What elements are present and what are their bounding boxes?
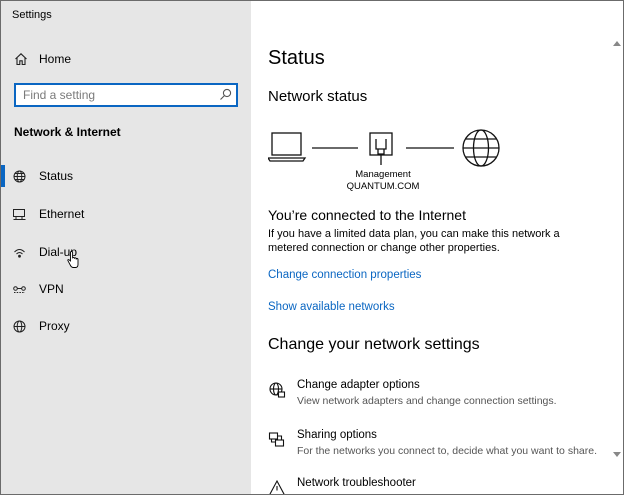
show-networks-link[interactable]: Show available networks (268, 301, 395, 313)
sidebar-item-ethernet[interactable]: Ethernet (1, 199, 251, 229)
sidebar-item-dialup[interactable]: Dial-up (1, 237, 251, 267)
globe-icon (462, 129, 500, 167)
dialup-icon (14, 249, 25, 258)
sidebar-item-home-label: Home (39, 52, 72, 66)
sidebar: Settings Home Network & Internet Status (1, 1, 251, 494)
change-connection-link[interactable]: Change connection properties (268, 269, 421, 281)
section-title: Network & Internet (14, 125, 121, 139)
option-title: Change adapter options (297, 379, 420, 391)
ethernet-icon (13, 209, 26, 220)
search-icon[interactable] (219, 88, 232, 101)
sidebar-item-label: Proxy (39, 319, 70, 333)
network-name: Management QUANTUM.COM (341, 169, 425, 193)
sidebar-item-label: Ethernet (39, 207, 85, 221)
ethernet-port-icon (369, 132, 393, 165)
laptop-icon (268, 132, 307, 162)
option-subtitle: For the networks you connect to, decide … (297, 445, 597, 457)
warning-icon (269, 479, 285, 494)
network-name-label: Management (355, 169, 411, 180)
network-status-heading: Network status (268, 88, 368, 105)
globe-icon (13, 320, 26, 333)
sidebar-item-label: Status (39, 169, 74, 183)
option-title: Network troubleshooter (297, 477, 416, 489)
sidebar-item-label: VPN (39, 282, 64, 296)
home-icon (15, 53, 27, 66)
page-title: Status (268, 47, 325, 69)
window-title: Settings (12, 9, 52, 21)
network-domain-label: QUANTUM.COM (346, 181, 420, 192)
change-settings-heading: Change your network settings (268, 336, 480, 353)
sidebar-item-vpn[interactable]: VPN (1, 274, 251, 304)
vpn-icon (13, 286, 26, 293)
option-title: Sharing options (297, 429, 377, 441)
connected-heading: You’re connected to the Internet (268, 207, 466, 223)
connected-description: If you have a limited data plan, you can… (268, 228, 560, 254)
sidebar-item-home[interactable]: Home (1, 45, 251, 73)
adapter-icon (269, 382, 286, 398)
main-content: Status Network status Management QUANTUM (251, 1, 623, 494)
option-change-adapter[interactable]: Change adapter options View network adap… (268, 379, 618, 413)
search-input[interactable] (23, 87, 213, 103)
scroll-down-arrow-icon[interactable] (612, 451, 622, 459)
option-sharing[interactable]: Sharing options For the networks you con… (268, 429, 618, 463)
sharing-icon (268, 432, 285, 447)
active-indicator (1, 165, 5, 187)
search-box[interactable] (14, 83, 238, 107)
sidebar-item-proxy[interactable]: Proxy (1, 311, 251, 341)
scroll-up-arrow-icon[interactable] (612, 39, 622, 47)
globe-icon (13, 170, 26, 183)
option-subtitle: View network adapters and change connect… (297, 395, 557, 407)
sidebar-item-status[interactable]: Status (1, 161, 251, 191)
mouse-cursor-icon (67, 251, 79, 268)
settings-window: Settings Home Network & Internet Status (0, 0, 624, 495)
option-troubleshooter[interactable]: Network troubleshooter (268, 477, 618, 494)
